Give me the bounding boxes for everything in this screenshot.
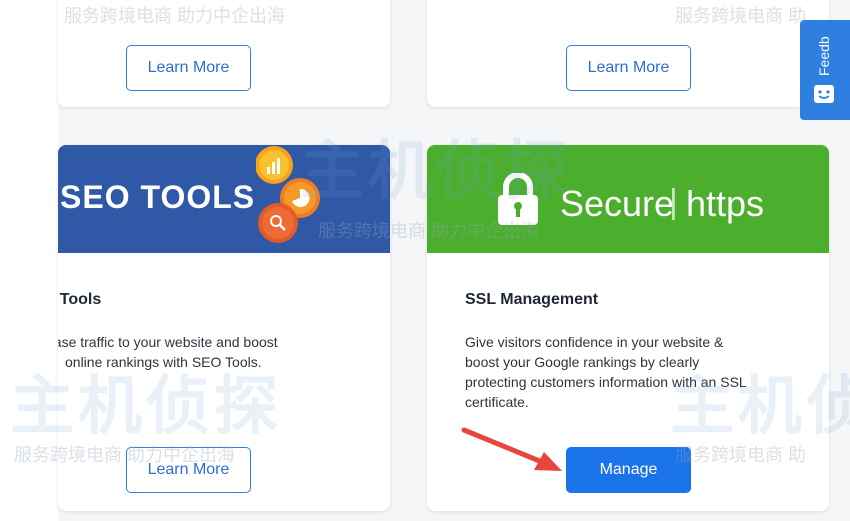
seo-tools-banner: SEO TOOLS <box>58 145 390 253</box>
padlock-icon <box>498 173 538 225</box>
seo-banner-text: SEO TOOLS <box>60 179 256 215</box>
card-top-left: Learn More <box>58 0 390 107</box>
ssl-banner-secure-text: Secure <box>560 183 675 224</box>
feedback-label: Feedb <box>816 36 832 76</box>
seo-desc-line: online rankings with SEO Tools. <box>65 354 262 370</box>
ssl-desc-line: protecting customers information with an… <box>465 374 747 390</box>
feedback-face-icon <box>814 85 834 103</box>
learn-more-button[interactable]: Learn More <box>566 45 691 91</box>
ssl-desc-line: Give visitors confidence in your website… <box>465 334 724 350</box>
learn-more-button[interactable]: Learn More <box>126 45 251 91</box>
seo-desc-line: ease traffic to your website and boost <box>58 334 278 350</box>
learn-more-button[interactable]: Learn More <box>126 447 251 493</box>
ssl-desc-line: certificate. <box>465 394 529 410</box>
ssl-desc-line: boost your Google rankings by clearly <box>465 354 700 370</box>
seo-graphics-icon <box>256 146 320 243</box>
ssl-banner-separator: | <box>669 183 678 221</box>
card-seo-tools: SEO TOOLS ) Tools ease traffic to your w… <box>58 145 390 511</box>
seo-card-title: ) Tools <box>58 291 102 308</box>
ssl-card-title: SSL Management <box>465 291 599 308</box>
seo-card-description: ease traffic to your website and boost o… <box>58 332 386 372</box>
feedback-tab[interactable]: Feedb <box>800 20 850 120</box>
card-ssl-management: Secure | https SSL Management Give visit… <box>427 145 829 511</box>
ssl-banner-https-text: https <box>686 183 765 224</box>
manage-button[interactable]: Manage <box>566 447 691 493</box>
ssl-card-description: Give visitors confidence in your website… <box>465 332 805 412</box>
ssl-banner: Secure | https <box>427 145 829 253</box>
card-top-right: Learn More <box>427 0 829 107</box>
